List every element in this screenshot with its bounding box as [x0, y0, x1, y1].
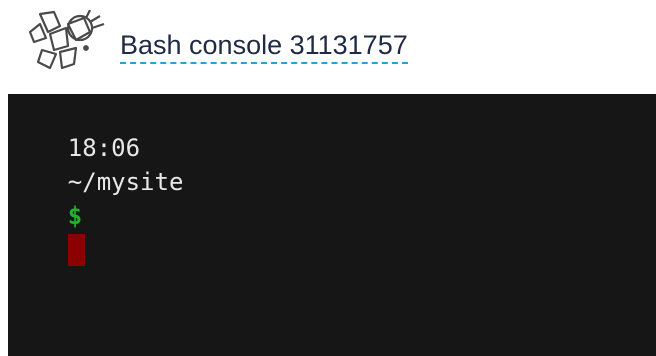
prompt-line: 18:06 ~/mysite $	[10, 97, 183, 266]
prompt-symbol: $	[67, 202, 83, 230]
terminal-screen[interactable]: 18:06 ~/mysite $	[8, 94, 656, 356]
console-header: Bash console 31131757	[0, 0, 656, 94]
prompt-path: ~/mysite	[67, 168, 184, 196]
terminal-cursor	[67, 234, 85, 266]
pythonanywhere-logo-icon[interactable]	[26, 10, 112, 74]
console-title-link[interactable]: Bash console 31131757	[120, 28, 408, 64]
prompt-time: 18:06	[67, 134, 141, 162]
